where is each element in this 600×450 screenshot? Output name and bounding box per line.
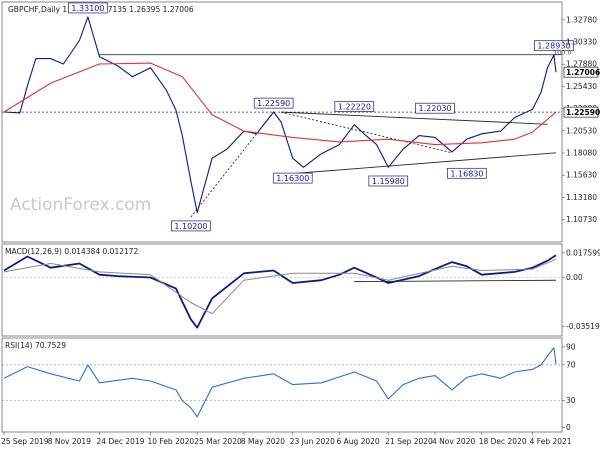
x-tick-label: 25 Mar 2020	[194, 437, 242, 446]
y-tick-label: 0.017599	[566, 248, 600, 257]
price-annotation-label: 1.22590	[257, 99, 290, 108]
price-annotation-label: 1.22030	[419, 104, 452, 113]
price-annotation-label: 1.16830	[450, 169, 483, 178]
x-tick-label: 4 Nov 2020	[432, 437, 475, 446]
x-tick-label: 24 Dec 2019	[97, 437, 145, 446]
rsi-panel	[1, 337, 563, 433]
price-tag-label: 1.27006	[566, 68, 600, 77]
macd-panel-title: MACD(12,26,9) 0.014384 0.012172	[5, 247, 139, 256]
price-annotation-label: 1.33100	[71, 4, 104, 13]
price-annotation-label: 1.16300	[276, 174, 309, 183]
watermark: ActionForex.com	[10, 195, 151, 215]
y-tick-label: 1.32780	[566, 15, 597, 24]
y-tick-label: 1.15630	[566, 171, 597, 180]
x-tick-label: 23 Jun 2020	[290, 437, 335, 446]
x-tick-label: 25 Sep 2019	[1, 437, 49, 446]
y-tick-label: 1.13180	[566, 193, 597, 202]
y-tick-label: 70	[566, 360, 576, 369]
price-annotation-label: 1.10200	[174, 222, 207, 231]
y-tick-label: 30	[566, 396, 576, 405]
rsi-panel-title: RSI(14) 70.7529	[5, 341, 66, 350]
x-tick-label: 8 May 2020	[241, 437, 285, 446]
y-tick-label: 1.30330	[566, 38, 597, 47]
price-tag-label: 1.22590	[566, 108, 600, 117]
y-tick-label: 90	[566, 342, 576, 351]
chart-svg: ActionForex.com GBPCHF,Daily 1.26488 1.2…	[1, 1, 600, 446]
x-tick-label: 21 Sep 2020	[385, 437, 433, 446]
price-annotation-label: 1.22220	[338, 102, 371, 111]
x-tick-label: 10 Feb 2020	[147, 437, 194, 446]
price-annotation-label: 100.0	[553, 49, 572, 57]
y-tick-label: 1.18080	[566, 148, 597, 157]
y-tick-label: 0	[566, 423, 571, 432]
x-tick-label: 18 Dec 2020	[479, 437, 527, 446]
x-tick-label: 8 Nov 2019	[48, 437, 91, 446]
macd-panel	[1, 243, 563, 337]
y-tick-label: -0.035194	[566, 322, 600, 331]
x-tick-label: 4 Feb 2021	[530, 437, 572, 446]
price-annotation-label: 1.15980	[372, 177, 405, 186]
y-tick-label: 1.20530	[566, 126, 597, 135]
y-tick-label: 1.10730	[566, 215, 597, 224]
chart-root: ActionForex.com GBPCHF,Daily 1.26488 1.2…	[0, 0, 600, 450]
y-tick-label: 1.25430	[566, 82, 597, 91]
x-tick-label: 6 Aug 2020	[336, 437, 379, 446]
y-tick-label: 0.00	[566, 273, 583, 282]
